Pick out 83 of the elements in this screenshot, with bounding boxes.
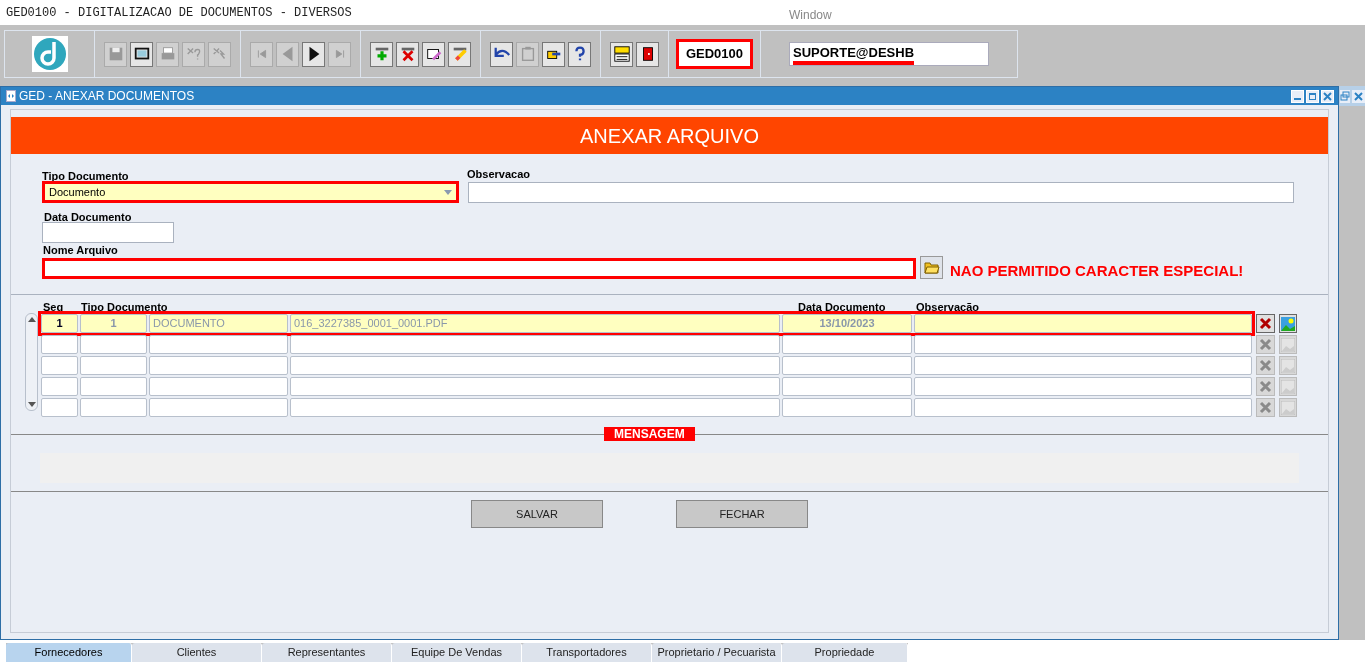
table-cell: 016_3227385_0001_0001.PDF (290, 314, 780, 333)
table-cell (80, 377, 147, 396)
image-icon (1281, 358, 1295, 373)
form-button[interactable]: FECHAR (676, 500, 808, 528)
table-cell (41, 398, 78, 417)
menu-icon (612, 45, 631, 63)
table-cell (41, 335, 78, 354)
eraser-button[interactable] (448, 41, 471, 67)
input-field[interactable] (468, 182, 1294, 203)
app-title: GED0100 - DIGITALIZACAO DE DOCUMENTOS - DIVERSOS (6, 4, 352, 22)
tab[interactable]: Equipe De Vendas (392, 643, 522, 662)
form-code: GED0100 (675, 39, 754, 69)
image-button[interactable] (1279, 314, 1297, 333)
delete-row-button[interactable] (1256, 356, 1275, 375)
tab[interactable]: Transportadores (522, 643, 652, 662)
dropdown-arrow-icon (444, 189, 452, 195)
delete-row-button[interactable] (1256, 335, 1275, 354)
window-icon (6, 90, 16, 102)
image-icon (1281, 337, 1295, 352)
logo-icon (31, 36, 68, 72)
delete-row-button[interactable] (1256, 377, 1275, 396)
field-label: Tipo Documento (42, 169, 129, 184)
door-button[interactable] (636, 41, 659, 67)
restore-icon (1340, 89, 1350, 103)
table-cell (41, 356, 78, 375)
column-header: Data Documento (798, 300, 886, 315)
tab[interactable]: Proprietario / Pecuarista (652, 643, 782, 662)
field-label: Nome Arquivo (43, 244, 118, 257)
input-field[interactable] (42, 258, 916, 279)
edit-button[interactable] (422, 41, 445, 67)
undo-button[interactable] (490, 41, 513, 67)
close-button[interactable] (1321, 89, 1334, 103)
folder-button[interactable] (920, 256, 943, 279)
table-cell (80, 398, 147, 417)
table-row[interactable]: 1 1 DOCUMENTO 016_3227385_0001_0001.PDF 13/10/2023 (41, 314, 1252, 333)
close-icon (1259, 317, 1272, 330)
close-icon (1259, 338, 1272, 351)
table-cell: 13/10/2023 (782, 314, 912, 333)
warning-text: NAO PERMITIDO CARACTER ESPECIAL! (950, 261, 1244, 281)
table-cell: 1 (80, 314, 147, 333)
delete-row-button[interactable] (1256, 398, 1275, 417)
menu-button[interactable] (610, 41, 633, 67)
close-icon (1259, 359, 1272, 372)
folder-icon (923, 261, 940, 274)
restore-button[interactable] (1340, 89, 1350, 103)
user-name: SUPORTE@DESHB (793, 43, 915, 65)
image-icon (1281, 400, 1295, 415)
table-cell (80, 356, 147, 375)
image-icon (1281, 316, 1295, 331)
table-cell: 1 (41, 314, 78, 333)
scroll-down-icon[interactable] (27, 402, 36, 407)
window-title: GED - ANEXAR DOCUMENTOS (19, 88, 195, 105)
form-header: ANEXAR ARQUIVO (11, 117, 1328, 154)
table-cell: DOCUMENTO (149, 314, 288, 333)
close-icon (1259, 380, 1272, 393)
field-label: Observacao (467, 167, 530, 182)
column-header: Observação (916, 300, 979, 315)
monitor-button[interactable] (130, 41, 153, 67)
date-field[interactable] (42, 222, 174, 243)
delete-button[interactable] (396, 41, 419, 67)
table-cell (41, 377, 78, 396)
column-header: Seq (43, 300, 64, 315)
close-button[interactable] (1352, 89, 1365, 103)
tab[interactable]: Fornecedores (6, 643, 132, 662)
plus-button[interactable] (370, 41, 393, 67)
minimize-button[interactable] (1291, 89, 1304, 103)
form-button[interactable]: SALVAR (471, 500, 603, 528)
section-label: MENSAGEM (604, 427, 695, 441)
image-icon (1281, 379, 1295, 394)
menu-item[interactable]: Window (789, 6, 832, 24)
tab[interactable]: Clientes (132, 643, 262, 662)
table-cell (80, 335, 147, 354)
close-icon (1259, 401, 1272, 414)
help-button[interactable] (568, 41, 591, 67)
scroll-up-icon[interactable] (27, 317, 36, 322)
next-button[interactable] (302, 41, 325, 67)
field-label: Data Documento (44, 210, 132, 225)
scrollbar[interactable] (25, 313, 38, 411)
dropdown-field[interactable]: Documento (42, 181, 459, 203)
tab[interactable]: Representantes (262, 643, 392, 662)
tab[interactable]: Propriedade (782, 643, 908, 662)
delete-row-button[interactable] (1256, 314, 1275, 333)
maximize-button[interactable] (1306, 89, 1319, 103)
